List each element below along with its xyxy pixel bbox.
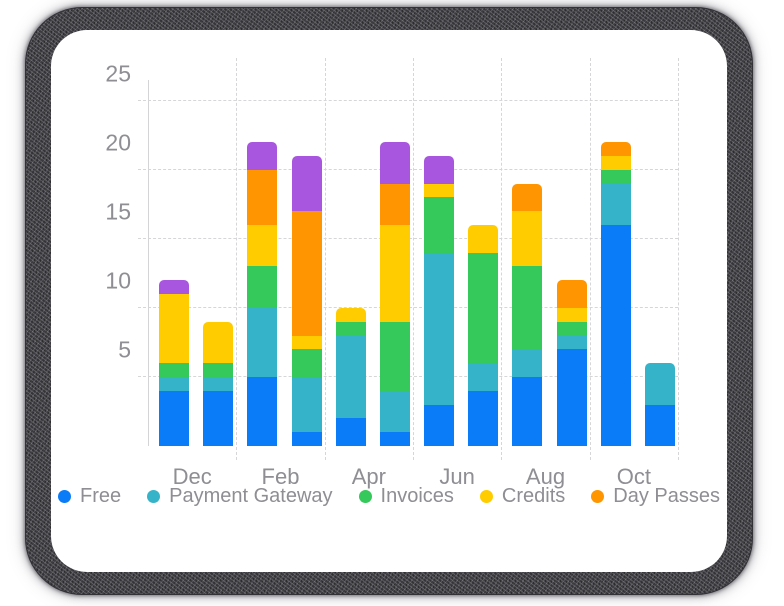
bar-jun[interactable] bbox=[424, 155, 455, 446]
bar-segment-payment-gateway[interactable] bbox=[512, 349, 543, 377]
bar-segment-free[interactable] bbox=[335, 418, 366, 446]
bar-feb[interactable] bbox=[247, 142, 278, 446]
legend-color-swatch-icon bbox=[358, 490, 372, 503]
legend-item-payment-gateway[interactable]: Payment Gateway bbox=[147, 485, 333, 508]
bar-segment-free[interactable] bbox=[291, 432, 322, 446]
bar-jan[interactable] bbox=[203, 321, 234, 446]
bar-segment-payment-gateway[interactable] bbox=[159, 376, 190, 391]
legend-color-swatch-icon bbox=[591, 490, 605, 503]
bar-segment-day-passes[interactable] bbox=[600, 142, 631, 156]
bar-segment-other[interactable] bbox=[379, 142, 410, 184]
bar-segment-day-passes[interactable] bbox=[247, 169, 278, 226]
bar-oct[interactable] bbox=[600, 142, 631, 446]
y-tick-label: 5 bbox=[118, 336, 131, 363]
bar-segment-payment-gateway[interactable] bbox=[556, 335, 587, 350]
legend-item-invoices[interactable]: Invoices bbox=[358, 485, 454, 508]
bar-segment-free[interactable] bbox=[247, 376, 278, 446]
bar-segment-credits[interactable] bbox=[335, 307, 366, 322]
bar-segment-other[interactable] bbox=[291, 155, 322, 212]
bar-nov[interactable] bbox=[644, 363, 675, 446]
chart-card: 5 10 15 20 25 Dec Feb Apr Jun Aug Oct Free Payment… bbox=[51, 30, 727, 572]
bar-segment-free[interactable] bbox=[556, 349, 587, 446]
legend-label: Free bbox=[80, 485, 122, 507]
legend-color-swatch-icon bbox=[147, 490, 161, 503]
stacked-bar-chart: 5 10 15 20 25 Dec Feb Apr Jun Aug Oct Free Payment… bbox=[51, 30, 727, 572]
bar-may[interactable] bbox=[379, 142, 410, 446]
bar-segment-free[interactable] bbox=[203, 390, 234, 446]
bar-segment-day-passes[interactable] bbox=[556, 280, 587, 308]
bar-segment-credits[interactable] bbox=[556, 307, 587, 322]
bar-segment-credits[interactable] bbox=[203, 321, 234, 364]
legend-item-credits[interactable]: Credits bbox=[479, 485, 566, 508]
bar-segment-free[interactable] bbox=[600, 225, 631, 446]
legend-color-swatch-icon bbox=[479, 490, 493, 503]
bar-jul[interactable] bbox=[468, 225, 499, 446]
bar-segment-credits[interactable] bbox=[468, 225, 499, 253]
bar-segment-other[interactable] bbox=[247, 142, 278, 170]
bar-segment-payment-gateway[interactable] bbox=[247, 307, 278, 377]
bar-segment-invoices[interactable] bbox=[600, 169, 631, 184]
legend-color-swatch-icon bbox=[58, 490, 71, 503]
bar-segment-credits[interactable] bbox=[600, 155, 631, 170]
bar-segment-invoices[interactable] bbox=[203, 363, 234, 377]
bar-segment-payment-gateway[interactable] bbox=[468, 363, 499, 391]
bar-segment-payment-gateway[interactable] bbox=[424, 252, 455, 405]
bar-segment-free[interactable] bbox=[468, 390, 499, 446]
bar-segment-payment-gateway[interactable] bbox=[203, 376, 234, 391]
bar-aug[interactable] bbox=[512, 183, 543, 446]
bar-segment-credits[interactable] bbox=[247, 225, 278, 267]
bar-segment-free[interactable] bbox=[159, 390, 190, 446]
bar-segment-payment-gateway[interactable] bbox=[291, 376, 322, 433]
bar-segment-day-passes[interactable] bbox=[291, 211, 322, 336]
y-tick-label: 15 bbox=[105, 198, 131, 225]
bar-segment-day-passes[interactable] bbox=[512, 183, 543, 212]
legend-item-day-passes[interactable]: Day Passes bbox=[591, 485, 720, 508]
y-tick-label: 10 bbox=[105, 267, 131, 294]
bar-segment-invoices[interactable] bbox=[335, 321, 366, 336]
bar-segment-payment-gateway[interactable] bbox=[600, 183, 631, 226]
legend-item-free[interactable]: Free bbox=[58, 485, 121, 508]
plot-area: 5 10 15 20 25 Dec Feb Apr Jun Aug Oct bbox=[105, 58, 679, 489]
bar-sep[interactable] bbox=[556, 280, 587, 446]
bar-segment-free[interactable] bbox=[379, 432, 410, 446]
y-tick-label: 20 bbox=[105, 129, 131, 156]
screenshot-stage: 5 10 15 20 25 Dec Feb Apr Jun Aug Oct Free Payment… bbox=[0, 0, 784, 606]
bar-segment-other[interactable] bbox=[424, 155, 455, 184]
bar-apr[interactable] bbox=[335, 307, 366, 446]
bar-segment-payment-gateway[interactable] bbox=[335, 335, 366, 419]
bar-segment-payment-gateway[interactable] bbox=[379, 390, 410, 433]
bar-segment-invoices[interactable] bbox=[159, 363, 190, 377]
bar-segment-invoices[interactable] bbox=[379, 321, 410, 391]
legend-label: Payment Gateway bbox=[169, 485, 333, 507]
legend-label: Day Passes bbox=[613, 485, 720, 507]
bar-segment-credits[interactable] bbox=[424, 183, 455, 198]
bar-segment-invoices[interactable] bbox=[291, 349, 322, 377]
legend-label: Invoices bbox=[380, 485, 454, 507]
bar-dec[interactable] bbox=[159, 280, 190, 446]
bar-segment-invoices[interactable] bbox=[247, 266, 278, 308]
bar-segment-invoices[interactable] bbox=[556, 321, 587, 336]
bar-segment-free[interactable] bbox=[512, 376, 543, 446]
bar-segment-free[interactable] bbox=[424, 404, 455, 446]
bar-segment-free[interactable] bbox=[644, 404, 675, 446]
y-tick-label: 25 bbox=[105, 60, 131, 87]
bars-layer bbox=[148, 80, 678, 446]
bar-segment-credits[interactable] bbox=[291, 335, 322, 350]
bar-segment-invoices[interactable] bbox=[468, 252, 499, 364]
bar-segment-invoices[interactable] bbox=[424, 197, 455, 253]
bar-mar[interactable] bbox=[291, 155, 322, 446]
bar-segment-invoices[interactable] bbox=[512, 266, 543, 350]
bar-segment-credits[interactable] bbox=[379, 225, 410, 322]
legend-label: Credits bbox=[501, 485, 566, 507]
bar-segment-credits[interactable] bbox=[512, 211, 543, 267]
bar-segment-credits[interactable] bbox=[159, 294, 190, 364]
bar-segment-other[interactable] bbox=[159, 280, 190, 295]
bar-segment-payment-gateway[interactable] bbox=[644, 363, 675, 405]
vertical-gridline bbox=[678, 58, 679, 460]
chart-legend: Free Payment Gateway Invoices Credits Day Pa… bbox=[51, 485, 727, 508]
bar-segment-day-passes[interactable] bbox=[379, 183, 410, 226]
